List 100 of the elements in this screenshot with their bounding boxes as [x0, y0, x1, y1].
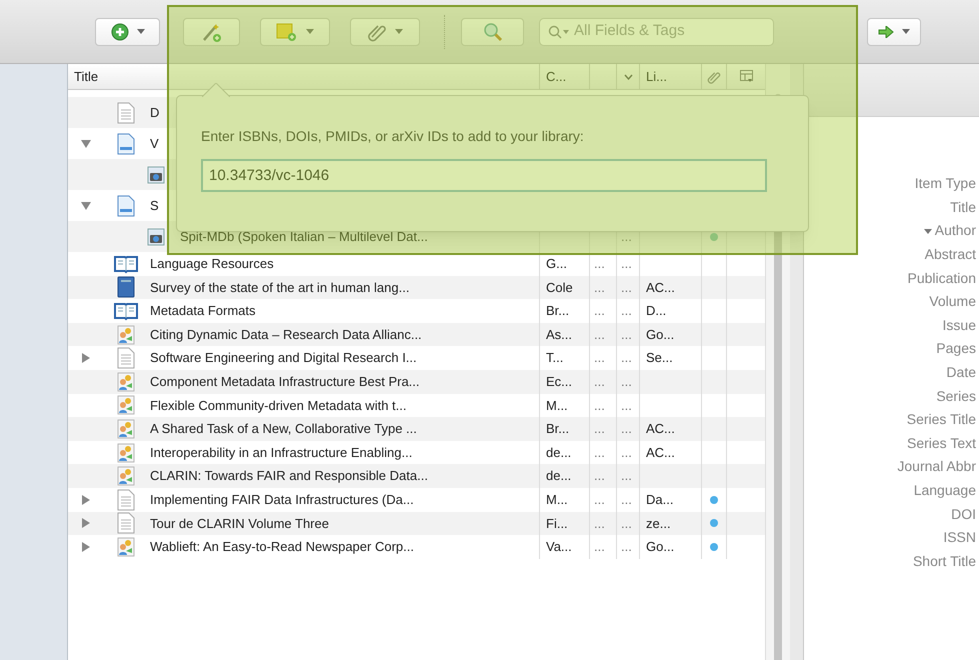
sort-chevron-icon[interactable]: [624, 74, 632, 80]
field-label: Title: [950, 198, 976, 217]
field-label: DOI: [951, 504, 976, 524]
item-title: Flexible Community-driven Metadata with t...: [150, 396, 406, 415]
column-text: Fi...: [546, 514, 568, 533]
item-title: Wablieft: An Easy-to-Read Newspaper Corp...: [150, 538, 414, 556]
paperclip-icon: [707, 70, 721, 84]
item-title: Component Metadata Infrastructure Best Pra...: [150, 373, 420, 392]
field-label: Journal Abbr: [897, 457, 976, 476]
identifier-input[interactable]: 10.34733/vc-1046: [201, 159, 767, 192]
expanded-caret-icon[interactable]: [924, 226, 932, 235]
search-icon: [548, 24, 570, 38]
item-title: D: [150, 104, 160, 122]
column-picker-icon[interactable]: [740, 70, 752, 83]
camera-page-icon: [147, 166, 165, 184]
search-input[interactable]: All Fields & Tags: [574, 20, 765, 43]
field-label: Volume: [929, 292, 976, 312]
collapsed-triangle-icon[interactable]: [82, 353, 90, 364]
webpage-icon: [117, 132, 135, 154]
item-title: Spit-MDb (Spoken Italian – Multilevel Dat...: [180, 228, 428, 246]
column-text: ...: [621, 373, 632, 392]
magnifier-icon: [482, 22, 502, 42]
column-text: ...: [621, 514, 632, 533]
column-text: ...: [621, 467, 632, 486]
toolbar-button[interactable]: [183, 18, 240, 46]
field-label: Author: [934, 221, 976, 240]
item-title: Implementing FAIR Data Infrastructures (Da...: [150, 490, 414, 509]
column-text: AC...: [646, 278, 675, 297]
column-text: Se...: [646, 349, 673, 368]
column-text: ...: [621, 444, 632, 462]
column-text: ...: [594, 420, 605, 438]
caret-icon: [395, 29, 403, 34]
column-text: ...: [621, 326, 632, 344]
document-icon: [117, 102, 135, 124]
search-field[interactable]: All Fields & Tags: [539, 18, 774, 46]
item-title: S: [150, 196, 159, 215]
column-title[interactable]: Title: [74, 66, 98, 86]
field-label: Series: [936, 386, 976, 406]
expanded-triangle-icon[interactable]: [81, 202, 91, 210]
expanded-triangle-icon[interactable]: [81, 140, 91, 148]
item-title: CLARIN: Towards FAIR and Responsible Data...: [150, 467, 428, 486]
item-title: Citing Dynamic Data – Research Data Allianc...: [150, 326, 422, 344]
collapsed-triangle-icon[interactable]: [82, 494, 90, 505]
column-text: M...: [546, 490, 568, 509]
column-text: ...: [621, 420, 632, 438]
column-text: ze...: [646, 514, 671, 533]
collapsed-triangle-icon[interactable]: [82, 518, 90, 528]
caret-icon: [136, 29, 144, 34]
field-label: Item Type: [914, 174, 976, 194]
column-text: T...: [546, 349, 564, 368]
field-label: Issue: [942, 316, 976, 335]
column-text: Va...: [546, 538, 572, 556]
column-text: D...: [646, 302, 666, 320]
item-title: V: [150, 134, 159, 153]
field-label: Pages: [936, 339, 976, 358]
column-text: ...: [594, 349, 605, 368]
item-title: Software Engineering and Digital Research I...: [150, 349, 417, 368]
column-text: ...: [594, 490, 605, 509]
toolbar-button[interactable]: [95, 18, 160, 46]
sync-button[interactable]: [867, 18, 921, 46]
column-text: ...: [594, 467, 605, 486]
column-text: Go...: [646, 326, 674, 344]
item-title: A Shared Task of a New, Collaborative Type ...: [150, 420, 417, 438]
toolbar-button[interactable]: [350, 18, 420, 46]
field-label: Date: [946, 363, 976, 382]
collapsed-triangle-icon[interactable]: [82, 542, 90, 552]
field-label: Series Text: [907, 434, 976, 453]
item-title: Interoperability in an Infrastructure Enabling...: [150, 444, 412, 462]
column-text: ...: [594, 255, 605, 274]
column-title[interactable]: C...: [546, 66, 566, 86]
field-label: Publication: [908, 268, 976, 288]
column-text: ...: [594, 514, 605, 533]
column-text: ...: [594, 373, 605, 392]
column-text: ...: [594, 326, 605, 344]
field-label: Short Title: [912, 552, 976, 571]
column-text: Go...: [646, 538, 674, 556]
column-text: M...: [546, 396, 568, 415]
caret-icon: [902, 29, 910, 34]
column-text: ...: [594, 444, 605, 462]
item-title: Tour de CLARIN Volume Three: [150, 514, 329, 533]
column-text: ...: [621, 255, 632, 274]
column-text: ...: [594, 302, 605, 320]
column-text: Br...: [546, 420, 570, 438]
column-text: AC...: [646, 420, 675, 438]
column-text: de...: [546, 467, 572, 486]
column-text: Da...: [646, 490, 674, 509]
camera-page-icon: [147, 228, 165, 246]
column-text: ...: [594, 538, 605, 556]
webpage-icon: [117, 194, 135, 216]
column-text: ...: [621, 349, 632, 368]
field-label: Language: [914, 481, 976, 500]
caret-icon: [306, 29, 314, 34]
item-title: Survey of the state of the art in human lang...: [150, 278, 410, 297]
column-text: G...: [546, 255, 567, 274]
column-text: ...: [594, 396, 605, 415]
column-text: ...: [594, 278, 605, 297]
book-icon: [117, 276, 135, 298]
field-label: ISSN: [943, 528, 976, 548]
column-title[interactable]: Li...: [646, 66, 667, 86]
column-text: Cole: [546, 278, 573, 297]
